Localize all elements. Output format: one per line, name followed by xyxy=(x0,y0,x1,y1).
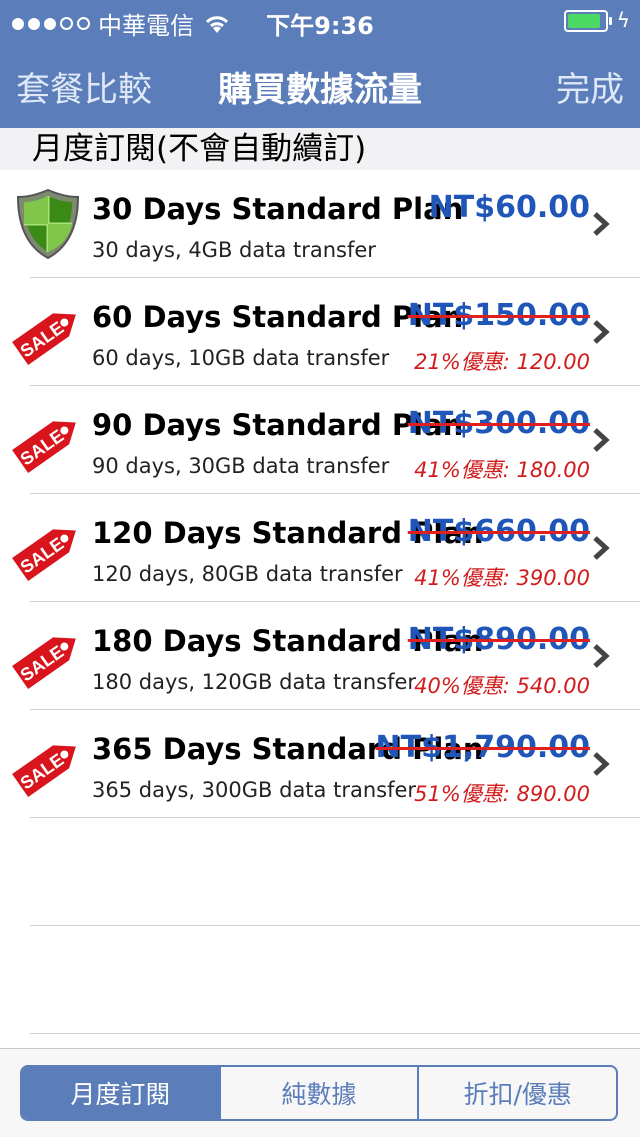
plan-description: 365 days, 300GB data transfer xyxy=(92,778,417,802)
plan-description: 90 days, 30GB data transfer xyxy=(92,454,390,478)
plan-discount: 41%優惠: 180.00 xyxy=(414,458,590,482)
tab-discounts[interactable]: 折扣/優惠 xyxy=(419,1067,616,1119)
plan-row[interactable]: SALE 365 Days Standard Plan 365 days, 30… xyxy=(12,710,640,818)
tab-monthly-subscription[interactable]: 月度訂閱 xyxy=(22,1067,221,1119)
chevron-right-icon xyxy=(593,212,610,236)
plan-row[interactable]: SALE 180 Days Standard Plan 180 days, 12… xyxy=(12,602,640,710)
status-bar: 中華電信 下午9:36 ϟ xyxy=(0,0,640,40)
plan-description: 60 days, 10GB data transfer xyxy=(92,346,390,370)
tab-data-only[interactable]: 純數據 xyxy=(221,1067,420,1119)
sale-tag-icon: SALE xyxy=(12,421,76,473)
status-time: 下午9:36 xyxy=(266,12,374,40)
plan-description: 30 days, 4GB data transfer xyxy=(92,238,376,262)
chevron-right-icon xyxy=(593,320,610,344)
done-button[interactable]: 完成 xyxy=(556,62,624,111)
battery-nub xyxy=(609,17,612,25)
plan-row[interactable]: SALE 60 Days Standard Plan 60 days, 10GB… xyxy=(12,278,640,386)
chevron-right-icon xyxy=(593,752,610,776)
empty-row xyxy=(30,926,640,1034)
chevron-right-icon xyxy=(593,644,610,668)
empty-row xyxy=(30,818,640,926)
plan-price: NT$60.00 xyxy=(428,190,590,225)
sale-tag-icon: SALE xyxy=(12,637,76,689)
plan-discount: 21%優惠: 120.00 xyxy=(414,350,590,374)
plan-discount: 51%優惠: 890.00 xyxy=(414,782,590,806)
plan-row[interactable]: SALE 90 Days Standard Plan 90 days, 30GB… xyxy=(12,386,640,494)
plan-title: 30 Days Standard Plan xyxy=(92,192,464,226)
plan-row[interactable]: SALE 120 Days Standard Plan 120 days, 80… xyxy=(12,494,640,602)
plan-original-price: NT$150.00 xyxy=(407,298,590,333)
bottom-toolbar: 月度訂閱 純數據 折扣/優惠 xyxy=(0,1048,640,1137)
plan-original-price: NT$890.00 xyxy=(407,622,590,657)
plan-description: 180 days, 120GB data transfer xyxy=(92,670,417,694)
chevron-right-icon xyxy=(593,428,610,452)
shield-icon xyxy=(16,188,80,260)
plan-original-price: NT$1,790.00 xyxy=(375,730,590,765)
navigation-bar: 套餐比較 購買數據流量 完成 xyxy=(0,40,640,128)
plan-row[interactable]: 30 Days Standard Plan 30 days, 4GB data … xyxy=(16,170,640,278)
sale-tag-icon: SALE xyxy=(12,313,76,365)
plan-description: 120 days, 80GB data transfer xyxy=(92,562,403,586)
sale-tag-icon: SALE xyxy=(12,745,76,797)
page-title: 購買數據流量 xyxy=(218,70,422,110)
plan-original-price: NT$300.00 xyxy=(407,406,590,441)
section-header: 月度訂閱(不會自動續訂) xyxy=(0,128,640,170)
battery-icon xyxy=(564,10,612,32)
battery-level xyxy=(568,14,600,28)
plan-original-price: NT$660.00 xyxy=(407,514,590,549)
plan-discount: 40%優惠: 540.00 xyxy=(414,674,590,698)
plan-discount: 41%優惠: 390.00 xyxy=(414,566,590,590)
chevron-right-icon xyxy=(593,536,610,560)
charging-icon: ϟ xyxy=(616,8,630,32)
segmented-control: 月度訂閱 純數據 折扣/優惠 xyxy=(20,1065,618,1121)
plan-list: 30 Days Standard Plan 30 days, 4GB data … xyxy=(0,170,640,1034)
sale-tag-icon: SALE xyxy=(12,529,76,581)
